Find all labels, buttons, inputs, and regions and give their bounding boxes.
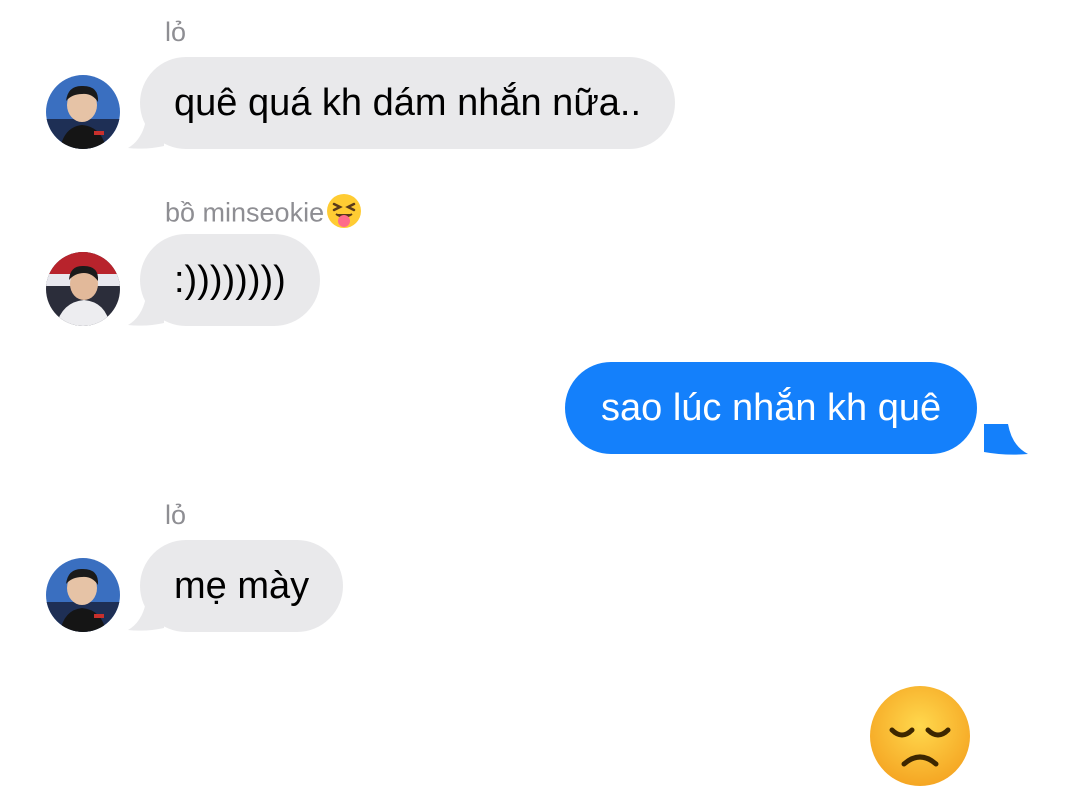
sender-name-label: bồ minseokie [165,197,325,228]
sender-name: lỏ [165,17,187,47]
message-bubble[interactable]: :)))))))) [140,234,320,326]
squinting-face-with-tongue-icon [326,193,362,236]
avatar-photo [46,75,120,149]
avatar[interactable] [46,75,120,149]
disappointed-face-icon[interactable] [868,684,972,788]
message-bubble[interactable]: sao lúc nhắn kh quê [565,362,978,454]
sender-name: lỏ [165,500,187,530]
message-bubble[interactable]: mẹ mày [140,540,344,632]
avatar-photo [46,252,120,326]
bubble-tail [984,424,1028,455]
message-bubble[interactable]: quê quá kh dám nhắn nữa.. [140,57,676,149]
sender-name: bồ minseokie [165,193,362,236]
avatar[interactable] [46,252,120,326]
avatar-photo [46,558,120,632]
avatar[interactable] [46,558,120,632]
